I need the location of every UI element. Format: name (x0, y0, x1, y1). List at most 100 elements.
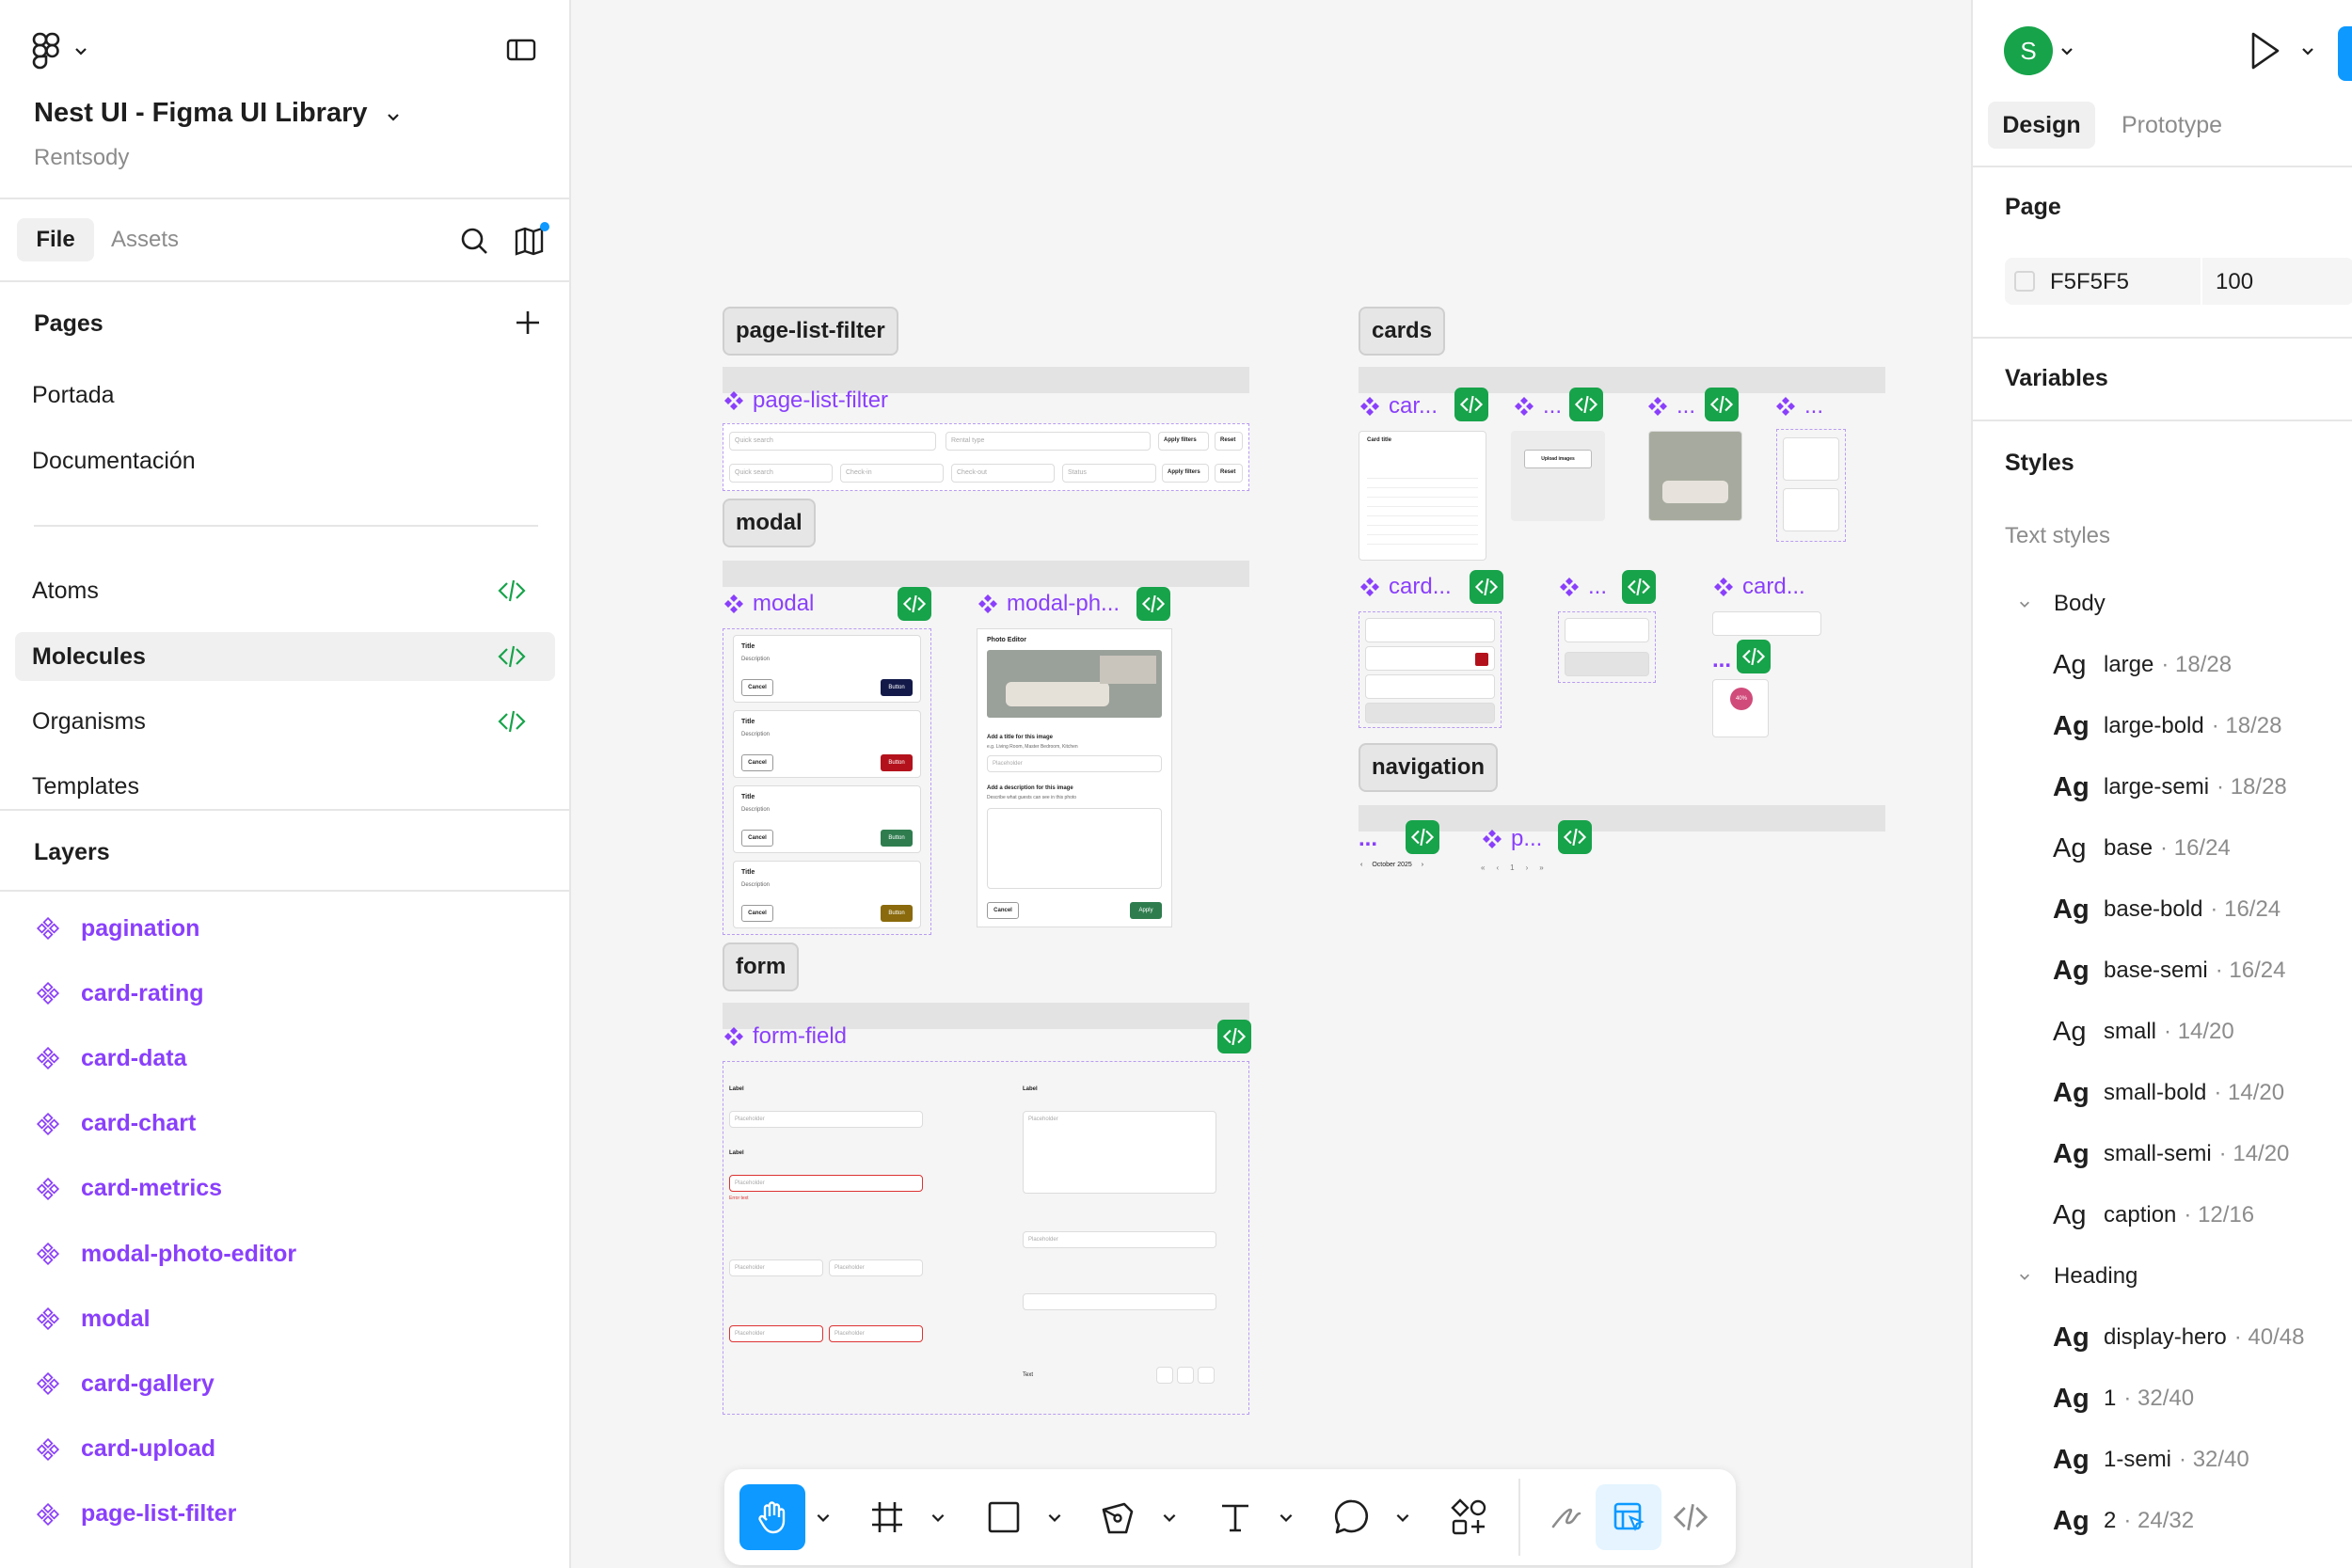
page-opacity-value[interactable]: 100 (2216, 269, 2253, 295)
page-color-field[interactable]: F5F5F5 100 (2005, 258, 2352, 305)
page-list-filter-frame[interactable]: Quick search Rental type Apply filters R… (723, 423, 1249, 491)
code-icon[interactable] (898, 587, 931, 621)
code-icon[interactable] (1454, 388, 1488, 421)
page-item-atoms[interactable]: Atoms (15, 566, 555, 615)
section-label-page-list-filter[interactable]: page-list-filter (723, 307, 898, 356)
component-label-card[interactable]: card... (1712, 572, 1805, 602)
text-style-item[interactable]: Ag base-semi · 16/24 (2053, 952, 2285, 990)
hand-tool-icon[interactable] (739, 1484, 805, 1550)
search-icon[interactable] (459, 226, 489, 256)
chevron-down-icon[interactable] (815, 1509, 832, 1526)
text-style-item[interactable]: Ag large-semi · 18/28 (2053, 768, 2287, 806)
layer-item[interactable]: card-rating (34, 974, 204, 1012)
code-icon[interactable] (1470, 570, 1503, 604)
tab-assets[interactable]: Assets (111, 218, 179, 261)
code-icon[interactable] (1136, 587, 1170, 621)
component-label-form-field[interactable]: form-field (723, 1022, 847, 1052)
page-item-molecules[interactable]: Molecules (15, 632, 555, 681)
layer-item[interactable]: modal-photo-editor (34, 1235, 296, 1273)
component-label-card[interactable]: ... (1513, 391, 1562, 421)
card-gallery-thumb[interactable] (1648, 431, 1742, 521)
code-icon[interactable] (1217, 1020, 1251, 1053)
tab-prototype[interactable]: Prototype (2122, 102, 2222, 149)
page-item-portada[interactable]: Portada (15, 371, 555, 420)
text-style-item[interactable]: Ag large · 18/28 (2053, 646, 2232, 684)
page-item-templates[interactable]: Templates (15, 762, 555, 811)
page-color-value[interactable]: F5F5F5 (2050, 269, 2129, 295)
dev-mode-icon[interactable] (1658, 1484, 1724, 1550)
layer-item[interactable]: card-metrics (34, 1170, 222, 1208)
design-mode-icon[interactable] (1596, 1484, 1661, 1550)
section-label-modal[interactable]: modal (723, 499, 816, 547)
avatar[interactable]: S (2004, 26, 2053, 75)
chevron-down-icon[interactable] (1161, 1509, 1178, 1526)
component-label-card[interactable]: card... (1359, 572, 1452, 602)
variables-title[interactable]: Variables (2005, 365, 2108, 392)
text-style-item[interactable]: Ag small · 14/20 (2053, 1013, 2234, 1051)
layer-item[interactable]: pagination (34, 910, 199, 947)
card-metrics-frame[interactable] (1776, 429, 1846, 542)
color-swatch[interactable] (2014, 271, 2035, 292)
pen-tool-icon[interactable] (1086, 1484, 1152, 1550)
draw-mode-icon[interactable] (1534, 1484, 1599, 1550)
comment-tool-icon[interactable] (1319, 1484, 1385, 1550)
actions-tool-icon[interactable] (1436, 1484, 1502, 1550)
text-style-item[interactable]: Ag 1 · 32/40 (2053, 1380, 2194, 1418)
text-style-item[interactable]: Ag caption · 12/16 (2053, 1196, 2254, 1234)
card-list-thumb[interactable]: Card title (1359, 431, 1486, 561)
chevron-down-icon[interactable] (1278, 1509, 1295, 1526)
style-group-header[interactable]: Body (2018, 585, 2106, 623)
chevron-down-icon[interactable] (386, 109, 401, 124)
layer-item[interactable]: card-chart (34, 1105, 196, 1143)
add-page-icon[interactable] (514, 309, 544, 339)
chevron-down-icon[interactable] (1046, 1509, 1063, 1526)
tab-design[interactable]: Design (1988, 102, 2095, 149)
section-label-cards[interactable]: cards (1359, 307, 1446, 356)
text-style-item[interactable]: Ag base-bold · 16/24 (2053, 891, 2280, 928)
component-label-pagination[interactable]: p... (1481, 824, 1542, 854)
component-label-nav[interactable]: ... (1359, 824, 1377, 854)
tab-file[interactable]: File (17, 218, 94, 261)
chevron-down-icon[interactable] (1394, 1509, 1411, 1526)
section-label-form[interactable]: form (723, 942, 800, 991)
component-label-modal[interactable]: modal (723, 589, 814, 619)
layer-item[interactable]: page-list-filter (34, 1496, 236, 1533)
library-book-icon[interactable] (514, 222, 551, 258)
card-rating-thumb[interactable] (1712, 611, 1821, 636)
modal-photo-editor-frame[interactable]: Photo Editor Add a title for this image … (977, 628, 1172, 927)
month-navigator[interactable]: ‹ October 2025 › (1360, 862, 1423, 868)
code-icon[interactable] (1705, 388, 1739, 421)
page-item-organisms[interactable]: Organisms (15, 697, 555, 746)
section-label-navigation[interactable]: navigation (1359, 743, 1499, 792)
component-label-card[interactable]: ... (1646, 391, 1695, 421)
code-icon[interactable] (1622, 570, 1656, 604)
share-button[interactable] (2338, 26, 2352, 81)
text-tool-icon[interactable] (1202, 1484, 1268, 1550)
frame-tool-icon[interactable] (854, 1484, 920, 1550)
present-play-icon[interactable] (2246, 30, 2283, 71)
layer-item[interactable]: card-data (34, 1039, 187, 1077)
text-style-item[interactable]: Ag 1-semi · 32/40 (2053, 1441, 2249, 1479)
rectangle-tool-icon[interactable] (971, 1484, 1037, 1550)
chevron-down-icon[interactable] (930, 1509, 946, 1526)
text-style-item[interactable]: Ag 2 · 24/32 (2053, 1502, 2194, 1540)
layer-item[interactable]: form-field (34, 1560, 189, 1568)
text-style-item[interactable]: Ag small-bold · 14/20 (2053, 1074, 2284, 1112)
style-group-header[interactable]: Heading (2018, 1258, 2137, 1295)
code-icon[interactable] (1406, 820, 1439, 854)
layer-item[interactable]: card-upload (34, 1431, 215, 1468)
layer-item[interactable]: card-gallery (34, 1365, 215, 1402)
chevron-down-icon[interactable] (73, 43, 88, 58)
code-icon[interactable] (1737, 640, 1771, 673)
component-label-modal-photo[interactable]: modal-ph... (977, 589, 1120, 619)
text-style-item[interactable]: Ag display-hero · 40/48 (2053, 1319, 2304, 1356)
card-upload-thumb[interactable]: Upload images (1511, 431, 1605, 521)
component-label-card[interactable]: ... (1712, 645, 1731, 675)
pagination-thumb[interactable]: «‹ 1 ›» (1481, 863, 1544, 872)
card-percent-thumb[interactable]: 40% (1712, 679, 1769, 737)
component-label-card[interactable]: car... (1359, 391, 1438, 421)
sidebar-toggle-icon[interactable] (506, 38, 538, 64)
layer-item[interactable]: modal (34, 1300, 151, 1338)
component-label-page-list-filter[interactable]: page-list-filter (723, 386, 888, 416)
file-title[interactable]: Nest UI - Figma UI Library (34, 98, 368, 129)
